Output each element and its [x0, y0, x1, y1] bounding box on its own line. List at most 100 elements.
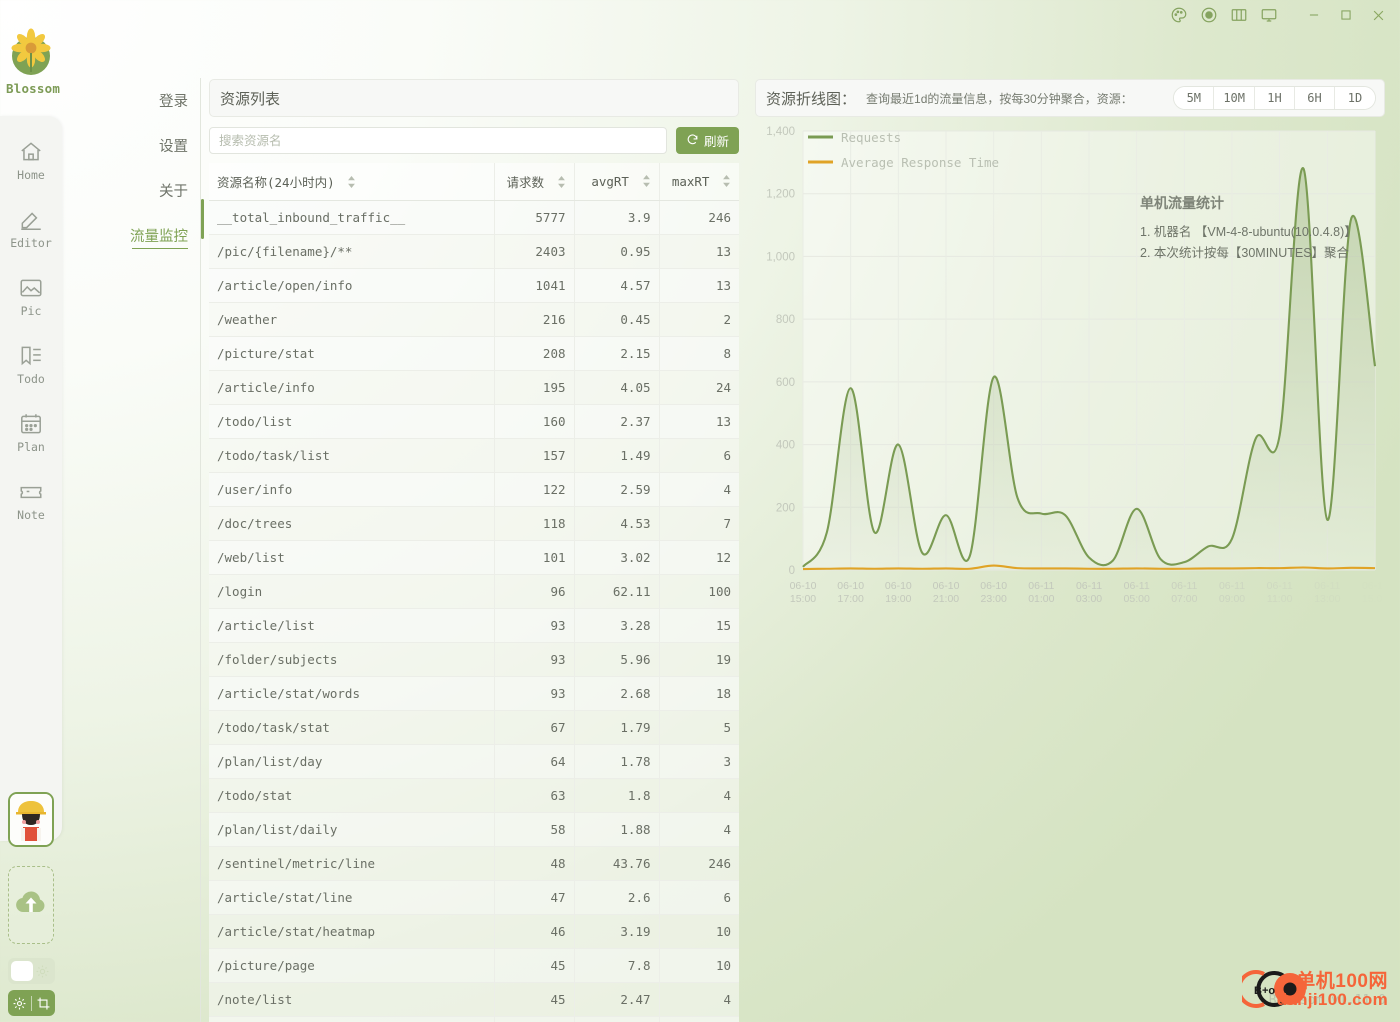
cell-requests: 96 — [494, 574, 575, 609]
refresh-label: 刷新 — [703, 135, 729, 149]
resource-table-wrap[interactable]: 资源名称(24小时内) 请求数 avgRT maxRT __total_inbo… — [209, 163, 739, 1022]
submenu-item-about[interactable]: 关于 — [100, 168, 200, 213]
stat-line: 1. 机器名 【VM-4-8-ubuntu(10.0.4.8)】 — [1140, 225, 1357, 239]
chart-area[interactable]: 0 200 400 600 800 1,000 1,200 1,400 06-10 15:00 06… — [755, 123, 1385, 623]
column-header-resource-name[interactable]: 资源名称(24小时内) — [209, 163, 495, 201]
table-row[interactable]: /picture/stat 208 2.15 8 — [209, 336, 739, 371]
submenu: 登录 设置 关于 流量监控 — [100, 78, 200, 258]
cell-maxRT: 24 — [659, 370, 739, 405]
cell-name: /plan/list/daily — [209, 812, 495, 847]
maximize-button[interactable] — [1330, 1, 1362, 29]
table-row[interactable]: /login 96 62.11 100 — [209, 574, 739, 609]
table-row[interactable]: /article/list 93 3.28 15 — [209, 608, 739, 643]
cell-avgRT: 4.57 — [574, 268, 660, 303]
sort-icon[interactable] — [347, 176, 356, 191]
table-row[interactable]: /article/open/info 1041 4.57 13 — [209, 268, 739, 303]
column-header-avgrt[interactable]: avgRT — [574, 163, 660, 201]
range-button-5m[interactable]: 5M — [1174, 87, 1215, 109]
table-row[interactable]: /note/list 45 2.47 4 — [209, 982, 739, 1017]
record-icon[interactable] — [1194, 1, 1224, 29]
monitor-icon[interactable] — [1254, 1, 1284, 29]
picture-icon — [18, 275, 44, 301]
table-row[interactable]: /weather 216 0.45 2 — [209, 302, 739, 337]
table-row[interactable]: /todo/list 160 2.37 13 — [209, 404, 739, 439]
x-axis-tick: 06-10 — [837, 580, 864, 592]
submenu-item-login[interactable]: 登录 — [100, 78, 200, 123]
table-row[interactable]: /todo/task/stat 67 1.79 5 — [209, 710, 739, 745]
x-axis-tick: 06-10 — [980, 580, 1007, 592]
table-row[interactable]: /article/stat/line 47 2.6 6 — [209, 880, 739, 915]
resource-list-title: 资源列表 — [209, 79, 739, 117]
cell-name: /folder/subjects — [209, 642, 495, 677]
sort-icon[interactable] — [722, 174, 731, 190]
palette-icon[interactable] — [1164, 1, 1194, 29]
cell-requests: 40 — [494, 1016, 575, 1022]
table-row[interactable]: /article/stat/heatmap 46 3.19 10 — [209, 914, 739, 949]
table-row[interactable]: /check400.351 — [209, 1016, 739, 1022]
table-row[interactable]: /article/info 195 4.05 24 — [209, 370, 739, 405]
table-row[interactable]: /article/stat/words 93 2.68 18 — [209, 676, 739, 711]
cell-maxRT: 100 — [659, 574, 739, 609]
sort-icon[interactable] — [557, 176, 566, 191]
cell-requests: 93 — [494, 642, 575, 677]
cell-name: /article/open/info — [209, 268, 495, 303]
minimize-button[interactable] — [1298, 1, 1330, 29]
table-row[interactable]: /sentinel/metric/line 48 43.76 246 — [209, 846, 739, 881]
table-row[interactable]: /doc/trees 118 4.53 7 — [209, 506, 739, 541]
note-icon — [18, 479, 44, 505]
x-axis-tick: 06-11 — [1219, 580, 1245, 592]
cell-maxRT: 1 — [659, 1016, 739, 1022]
sidebar-item-pic[interactable]: Pic — [0, 262, 62, 330]
table-row[interactable]: /todo/stat 63 1.8 4 — [209, 778, 739, 813]
table-row[interactable]: /todo/task/list 157 1.49 6 — [209, 438, 739, 473]
nav-card: Home Editor Pic Todo Plan Note — [0, 116, 62, 841]
gear-icon[interactable] — [8, 996, 31, 1011]
column-header-requests[interactable]: 请求数 — [494, 163, 575, 201]
brand-logo[interactable]: Blossom — [6, 28, 60, 96]
table-row[interactable]: /picture/page 45 7.8 10 — [209, 948, 739, 983]
table-row[interactable]: /plan/list/daily 58 1.88 4 — [209, 812, 739, 847]
column-header-maxrt[interactable]: maxRT — [659, 163, 739, 201]
cell-maxRT: 4 — [659, 812, 739, 847]
cell-name: /todo/list — [209, 404, 495, 439]
table-row[interactable]: __total_inbound_traffic__ 5777 3.9 246 — [209, 200, 739, 235]
y-axis-tick: 1,400 — [766, 126, 795, 138]
upload-dropzone[interactable] — [8, 866, 54, 944]
table-row[interactable]: /folder/subjects 93 5.96 19 — [209, 642, 739, 677]
sidebar-item-todo[interactable]: Todo — [0, 330, 62, 398]
y-axis-tick: 1,000 — [766, 251, 795, 263]
sidebar-item-editor[interactable]: Editor — [0, 194, 62, 262]
refresh-button[interactable]: 刷新 — [675, 127, 739, 154]
range-button-6h[interactable]: 6H — [1295, 87, 1335, 109]
crop-icon[interactable] — [32, 996, 55, 1011]
range-button-1h[interactable]: 1H — [1255, 87, 1295, 109]
cell-requests: 93 — [494, 676, 575, 711]
svg-text:B+o: B+o — [1254, 985, 1275, 997]
submenu-item-traffic-monitor[interactable]: 流量监控 — [100, 213, 200, 258]
cell-maxRT: 19 — [659, 642, 739, 677]
range-button-10m[interactable]: 10M — [1214, 87, 1255, 109]
cell-requests: 63 — [494, 778, 575, 813]
avatar[interactable] — [8, 792, 54, 847]
sort-icon[interactable] — [642, 174, 651, 190]
close-button[interactable] — [1362, 1, 1394, 29]
cell-maxRT: 4 — [659, 472, 739, 507]
theme-toggle[interactable] — [8, 958, 55, 984]
column-label: avgRT — [591, 173, 629, 189]
table-row[interactable]: /web/list 101 3.02 12 — [209, 540, 739, 575]
search-input[interactable] — [209, 127, 667, 154]
cell-avgRT: 1.88 — [574, 812, 660, 847]
sidebar-item-note[interactable]: Note — [0, 466, 62, 534]
cell-requests: 122 — [494, 472, 575, 507]
submenu-item-settings[interactable]: 设置 — [100, 123, 200, 168]
flower-icon — [6, 28, 56, 78]
book-icon[interactable] — [1224, 1, 1254, 29]
y-axis-tick: 1,200 — [766, 189, 795, 201]
sidebar-item-plan[interactable]: Plan — [0, 398, 62, 466]
sidebar-item-label: Pic — [20, 303, 42, 318]
table-row[interactable]: /pic/{filename}/** 2403 0.95 13 — [209, 234, 739, 269]
table-row[interactable]: /plan/list/day 64 1.78 3 — [209, 744, 739, 779]
range-button-1d[interactable]: 1D — [1335, 87, 1375, 109]
table-row[interactable]: /user/info 122 2.59 4 — [209, 472, 739, 507]
sidebar-item-home[interactable]: Home — [0, 126, 62, 194]
